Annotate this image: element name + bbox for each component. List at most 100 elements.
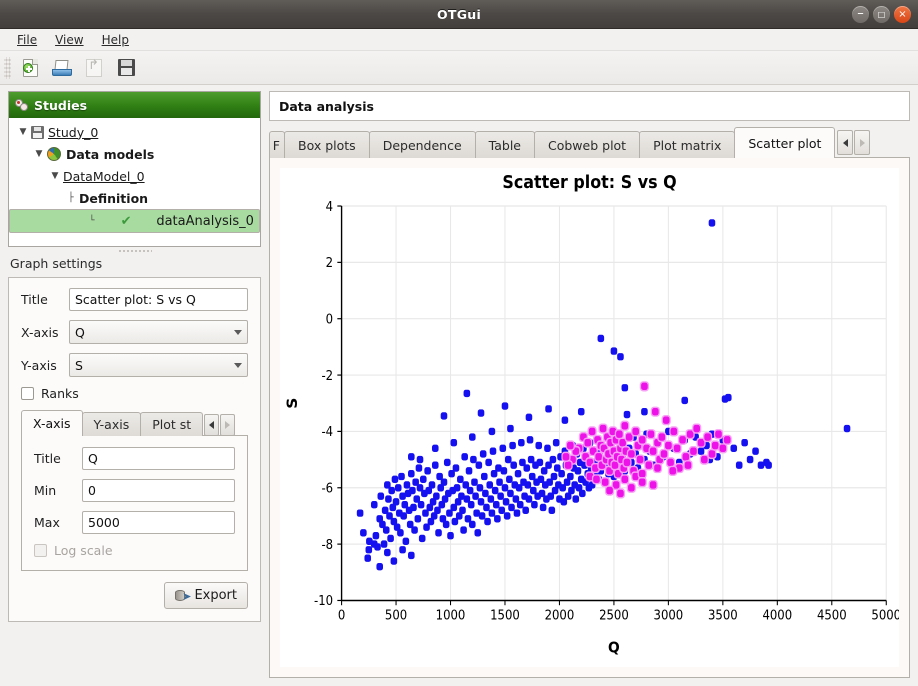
- axis-title-input[interactable]: Q: [82, 447, 235, 470]
- tab-table[interactable]: Table: [475, 131, 535, 158]
- tree-item-datamodel-0[interactable]: ▼ DataModel_0: [9, 165, 260, 187]
- content-tabs-scroll-left[interactable]: [837, 130, 853, 155]
- tree-item-definition[interactable]: ├ Definition: [9, 187, 260, 209]
- graph-title-input[interactable]: Scatter plot: S vs Q: [69, 288, 248, 311]
- tree-label-definition: Definition: [79, 191, 148, 206]
- open-study-button[interactable]: [46, 53, 78, 83]
- chevron-left-icon: [843, 139, 848, 147]
- tree-branch-definition: ├: [63, 193, 79, 203]
- disk-icon: [31, 126, 44, 139]
- studies-panel: Studies ▼ Study_0 ▼ Data models ▼: [8, 91, 261, 247]
- content-tabs: F Box plots Dependence Table Cobweb plot…: [269, 127, 910, 158]
- svg-text:Scatter plot: S vs Q: Scatter plot: S vs Q: [502, 171, 676, 192]
- svg-text:S: S: [285, 398, 301, 409]
- toolbar-drag-handle[interactable]: [4, 57, 11, 79]
- graph-settings-panel: Title Scatter plot: S vs Q X-axis Q Y-ax…: [8, 277, 261, 622]
- export-row: ➤ Export: [21, 582, 248, 609]
- chevron-right-icon: [225, 421, 230, 429]
- menu-view[interactable]: View: [46, 31, 92, 49]
- chevron-right-icon: [860, 139, 865, 147]
- svg-text:-8: -8: [321, 536, 333, 552]
- svg-text:1500: 1500: [490, 607, 520, 623]
- tab-scatter-plot[interactable]: Scatter plot: [734, 127, 835, 158]
- ranks-checkbox[interactable]: [21, 387, 34, 400]
- dice-icon: [15, 99, 29, 112]
- svg-text:4: 4: [326, 198, 334, 214]
- panel-splitter[interactable]: [8, 247, 261, 254]
- tab-y-axis[interactable]: Y-axis: [82, 412, 142, 436]
- new-study-button[interactable]: [14, 53, 46, 83]
- right-panel: Data analysis F Box plots Dependence Tab…: [267, 85, 918, 686]
- yaxis-row: Y-axis S: [21, 353, 248, 377]
- studies-tree: ▼ Study_0 ▼ Data models ▼ DataModel_0: [9, 118, 260, 246]
- open-folder-icon: [52, 60, 72, 76]
- left-panel: Studies ▼ Study_0 ▼ Data models ▼: [0, 85, 267, 686]
- minimize-button[interactable]: –: [852, 6, 869, 23]
- close-icon: ×: [894, 6, 911, 23]
- tab-y-axis-label: Y-axis: [94, 417, 130, 432]
- expander-datamodel-0[interactable]: ▼: [47, 171, 63, 181]
- log-scale-checkbox: [34, 544, 47, 557]
- axis-max-input[interactable]: 5000: [82, 511, 235, 534]
- tab-scatter-plot-label: Scatter plot: [748, 136, 821, 151]
- tab-box-plots[interactable]: Box plots: [284, 131, 370, 158]
- axis-min-input[interactable]: 0: [82, 479, 235, 502]
- axis-max-row: Max 5000: [34, 511, 235, 534]
- tree-item-data-models[interactable]: ▼ Data models: [9, 143, 260, 165]
- window-title-bar: OTGui – □ ×: [0, 0, 918, 29]
- window-title: OTGui: [437, 7, 481, 22]
- studies-header: Studies: [9, 92, 260, 118]
- menu-file[interactable]: File: [8, 31, 46, 49]
- axis-tabs: X-axis Y-axis Plot st: [21, 410, 248, 436]
- yaxis-select[interactable]: S: [69, 353, 248, 377]
- svg-text:-6: -6: [321, 480, 333, 496]
- import-document-icon: [86, 59, 102, 77]
- tree-label-datamodel-0: DataModel_0: [63, 169, 145, 184]
- svg-text:2000: 2000: [545, 607, 575, 623]
- tab-dependence-label: Dependence: [383, 138, 462, 153]
- tab-x-axis-label: X-axis: [33, 416, 71, 431]
- export-button[interactable]: ➤ Export: [164, 582, 248, 609]
- tab-plot-matrix[interactable]: Plot matrix: [639, 131, 735, 158]
- content-tabs-scrollers: [837, 130, 870, 155]
- menu-help[interactable]: Help: [93, 31, 138, 49]
- tab-x-axis[interactable]: X-axis: [21, 410, 83, 436]
- yaxis-label: Y-axis: [21, 358, 69, 373]
- axis-tabs-scroll-left[interactable]: [204, 414, 219, 436]
- ranks-row[interactable]: Ranks: [21, 386, 248, 401]
- expander-study-0[interactable]: ▼: [15, 127, 31, 137]
- save-study-button[interactable]: [110, 53, 142, 83]
- tree-label-dataanalysis-0: dataAnalysis_0: [156, 214, 254, 229]
- svg-text:0: 0: [326, 311, 334, 327]
- tab-cobweb-plot[interactable]: Cobweb plot: [534, 131, 640, 158]
- scatter-chart: Scatter plot: S vs Q05001000150020002500…: [280, 168, 899, 667]
- tab-plot-style[interactable]: Plot st: [140, 412, 203, 436]
- axis-tabs-scroll-right[interactable]: [220, 414, 235, 436]
- close-button[interactable]: ×: [894, 6, 911, 23]
- maximize-icon: □: [873, 6, 890, 23]
- expander-data-models[interactable]: ▼: [31, 149, 47, 159]
- tree-item-dataanalysis-0[interactable]: └ ✔ dataAnalysis_0: [9, 209, 260, 233]
- ranks-label: Ranks: [41, 386, 79, 401]
- save-disk-icon: [118, 59, 135, 76]
- maximize-button[interactable]: □: [873, 6, 890, 23]
- tab-box-plots-label: Box plots: [298, 138, 356, 153]
- chevron-down-icon: [234, 363, 242, 368]
- x-axis-tab-pane: Title Q Min 0 Max 5000 Log scale: [21, 435, 248, 571]
- xaxis-select[interactable]: Q: [69, 320, 248, 344]
- log-scale-row: Log scale: [34, 543, 235, 558]
- svg-text:4000: 4000: [762, 607, 792, 623]
- axis-max-label: Max: [34, 515, 82, 530]
- plot-canvas: Scatter plot: S vs Q05001000150020002500…: [280, 168, 899, 667]
- tree-label-study-0: Study_0: [48, 125, 98, 140]
- chevron-left-icon: [209, 421, 214, 429]
- menu-help-label: Help: [102, 33, 129, 47]
- import-script-button: [78, 53, 110, 83]
- graph-title-label: Title: [21, 292, 69, 307]
- tab-dependence[interactable]: Dependence: [369, 131, 476, 158]
- svg-text:3000: 3000: [654, 607, 684, 623]
- tree-item-study-0[interactable]: ▼ Study_0: [9, 121, 260, 143]
- studies-header-label: Studies: [34, 98, 87, 113]
- new-document-icon: [23, 59, 38, 77]
- tab-pdf-cdf[interactable]: F: [269, 131, 285, 158]
